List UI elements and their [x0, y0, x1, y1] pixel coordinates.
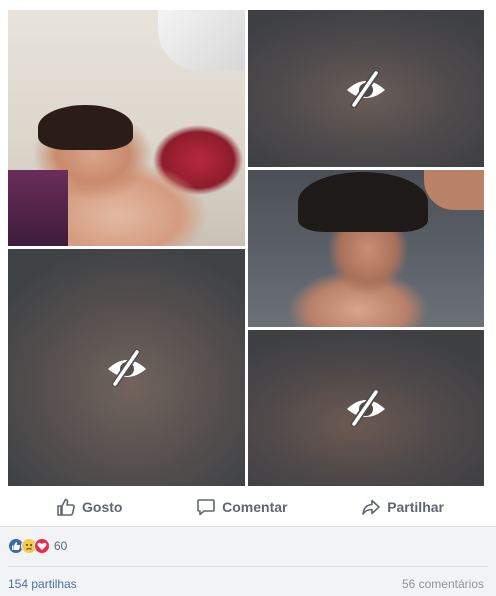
comment-button[interactable]: Comentar [196, 497, 288, 517]
shares-link[interactable]: 154 partilhas [8, 577, 77, 591]
post-photo-1[interactable] [8, 10, 245, 246]
photo-detail [38, 105, 133, 150]
thumbs-up-icon [57, 498, 75, 516]
share-arrow-icon [362, 499, 380, 515]
photo-detail [158, 10, 245, 70]
eye-slash-icon [347, 69, 385, 108]
footer-divider [8, 566, 488, 567]
engagement-footer: 60 154 partilhas 56 comentários [0, 526, 496, 596]
like-button[interactable]: Gosto [56, 497, 122, 517]
hidden-photo-1[interactable] [248, 10, 484, 167]
photo-detail [424, 170, 484, 210]
like-label: Gosto [82, 499, 123, 515]
post-action-bar: Gosto Comentar Partilhar [0, 488, 496, 526]
hidden-photo-2[interactable] [8, 249, 245, 486]
share-button[interactable]: Partilhar [361, 497, 444, 517]
photo-grid [0, 0, 496, 488]
eye-slash-icon [107, 348, 146, 387]
comment-label: Comentar [222, 499, 288, 515]
hidden-photo-3[interactable] [248, 330, 484, 486]
love-reaction-icon [34, 538, 50, 554]
reactions-summary[interactable]: 60 [8, 538, 67, 554]
share-label: Partilhar [387, 499, 444, 515]
comment-bubble-icon [197, 499, 215, 516]
photo-detail [298, 172, 428, 232]
reaction-count[interactable]: 60 [54, 539, 67, 553]
photo-detail [8, 170, 68, 246]
post-photo-2[interactable] [248, 170, 484, 327]
comments-link[interactable]: 56 comentários [402, 577, 484, 591]
eye-slash-icon [347, 389, 385, 427]
